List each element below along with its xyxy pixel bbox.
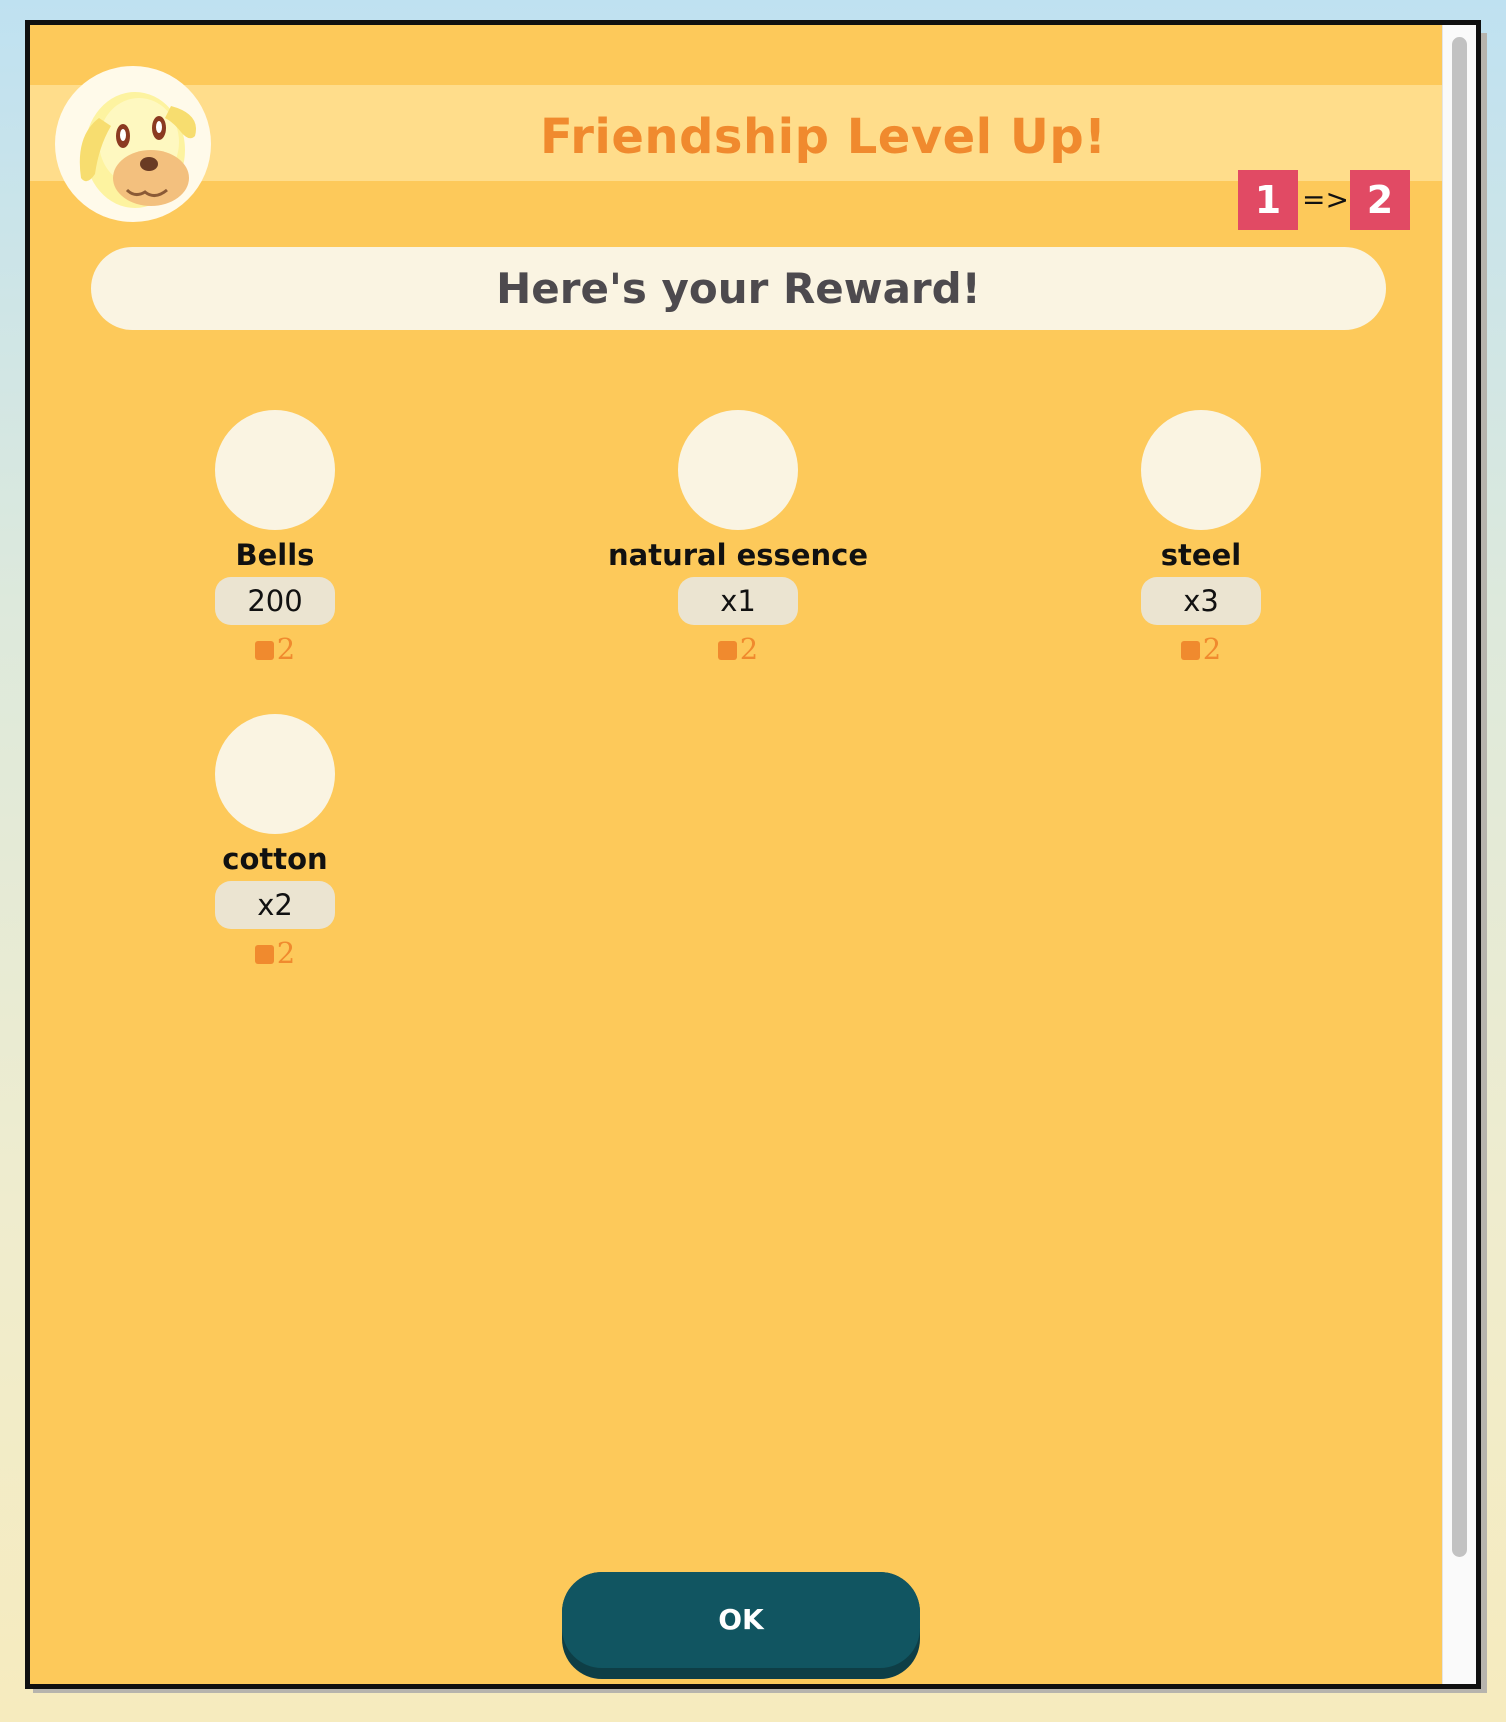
reward-quantity: x3: [1141, 577, 1261, 625]
friendship-dialog: Friendship Level Up! 1 => 2 Here's your …: [25, 20, 1481, 1689]
level-from-badge: 1: [1238, 170, 1298, 230]
points-square-icon: [254, 945, 274, 964]
reward-name: steel: [1160, 538, 1242, 572]
reward-points: 2: [588, 632, 888, 666]
vertical-scrollbar[interactable]: [1442, 25, 1476, 1684]
dog-villager-avatar-icon: [79, 92, 196, 208]
scrollbar-thumb[interactable]: [1452, 37, 1467, 1557]
reward-name: Bells: [235, 538, 315, 572]
reward-points-value: 2: [276, 936, 296, 970]
reward-icon-placeholder: [215, 714, 335, 834]
level-arrow: =>: [1302, 183, 1349, 216]
dialog-title: Friendship Level Up!: [540, 109, 1107, 165]
reward-icon-placeholder: [1141, 410, 1261, 530]
reward-name: cotton: [222, 842, 328, 876]
level-to-badge: 2: [1350, 170, 1410, 230]
reward-item-bells: Bells 200 2: [125, 410, 425, 680]
ok-button[interactable]: OK: [562, 1572, 920, 1679]
reward-points: 2: [125, 936, 425, 970]
reward-banner: Here's your Reward!: [91, 247, 1386, 330]
reward-points-value: 2: [276, 632, 296, 666]
reward-quantity: x1: [678, 577, 798, 625]
reward-item-steel: steel x3 2: [1051, 410, 1351, 680]
reward-icon-placeholder: [678, 410, 798, 530]
points-square-icon: [717, 641, 737, 660]
villager-avatar: [55, 66, 211, 222]
reward-points-value: 2: [1202, 632, 1222, 666]
ok-button-label: OK: [562, 1572, 920, 1668]
points-square-icon: [1180, 641, 1200, 660]
reward-name: natural essence: [608, 538, 868, 572]
reward-points: 2: [1051, 632, 1351, 666]
reward-quantity: 200: [215, 577, 335, 625]
reward-item-cotton: cotton x2 2: [125, 714, 425, 984]
reward-item-natural-essence: natural essence x1 2: [588, 410, 888, 680]
reward-points: 2: [125, 632, 425, 666]
reward-icon-placeholder: [215, 410, 335, 530]
reward-points-value: 2: [739, 632, 759, 666]
points-square-icon: [254, 641, 274, 660]
reward-quantity: x2: [215, 881, 335, 929]
